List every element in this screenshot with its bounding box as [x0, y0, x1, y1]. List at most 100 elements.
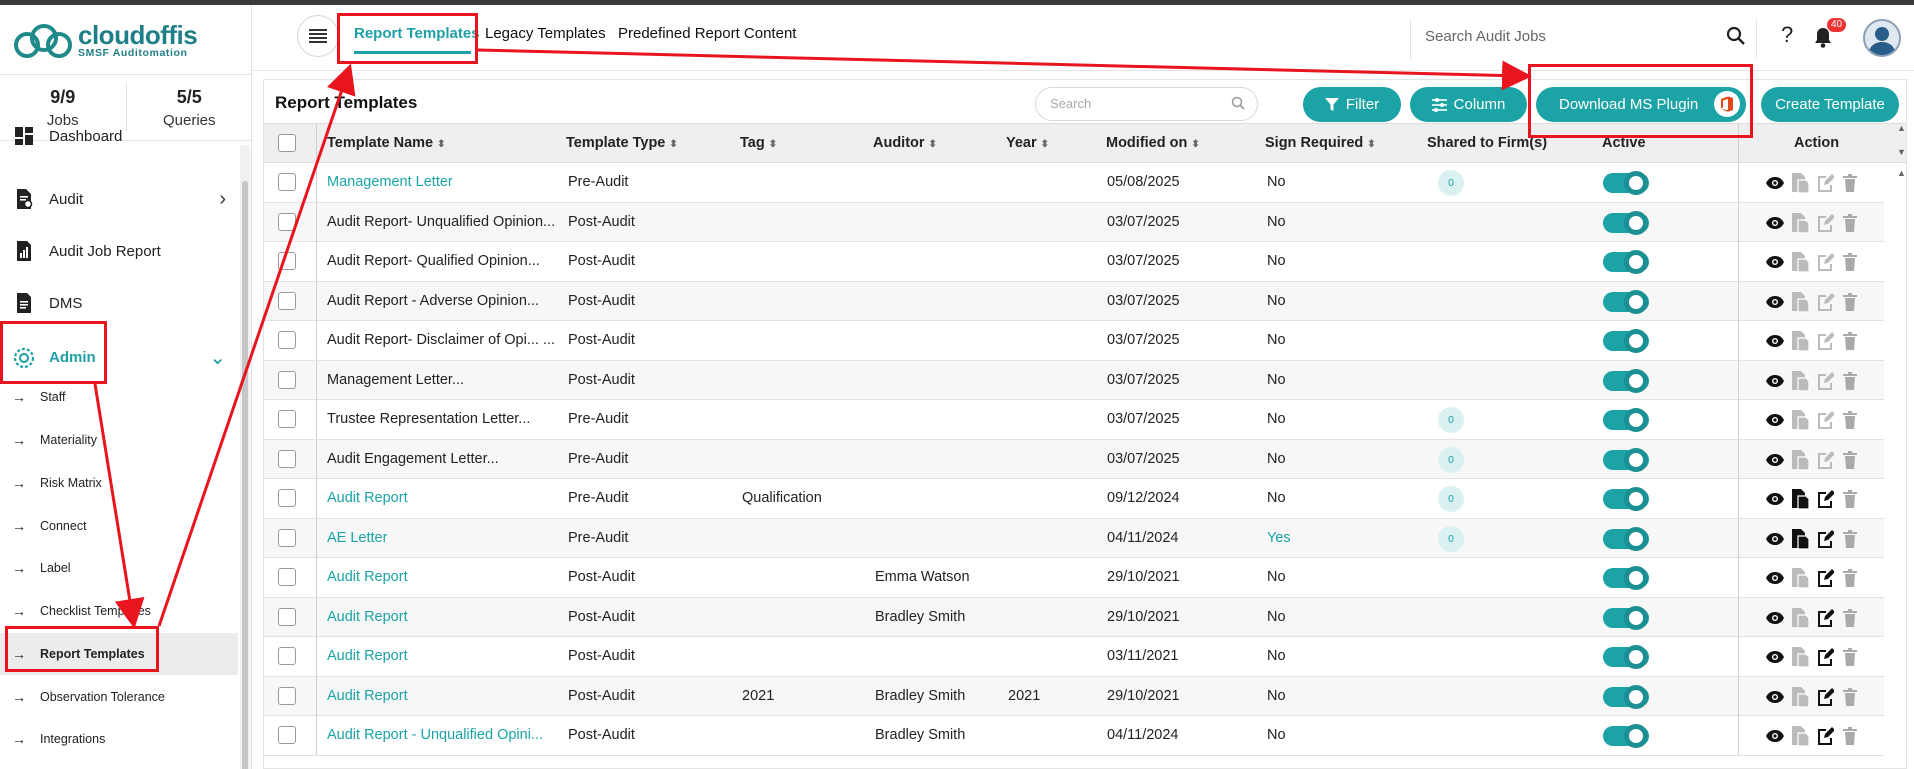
shared-count-badge[interactable]: 0	[1438, 486, 1464, 512]
edit-template-icon[interactable]	[1815, 212, 1835, 234]
template-name-cell[interactable]: Audit Report	[327, 609, 408, 625]
active-toggle[interactable]	[1603, 645, 1649, 669]
sidebar-subitem-connect[interactable]: → Connect	[0, 505, 238, 547]
search-audit-jobs-input[interactable]	[1425, 28, 1655, 45]
view-eye-icon[interactable]	[1765, 725, 1785, 747]
row-checkbox[interactable]	[278, 252, 296, 270]
active-toggle[interactable]	[1603, 210, 1649, 235]
delete-trash-icon[interactable]	[1840, 251, 1860, 273]
row-checkbox[interactable]	[278, 647, 296, 665]
delete-trash-icon[interactable]	[1840, 449, 1860, 471]
row-checkbox[interactable]	[278, 489, 296, 507]
table-row[interactable]: Trustee Representation Letter... Pre-Audi…	[264, 400, 1884, 440]
copy-template-icon[interactable]	[1790, 212, 1810, 234]
table-row[interactable]: Audit Report- Unqualified Opinion... Post…	[264, 202, 1884, 242]
active-toggle[interactable]	[1603, 526, 1649, 551]
copy-template-icon[interactable]	[1790, 449, 1810, 471]
template-name-cell[interactable]: Audit Report	[327, 569, 408, 585]
copy-template-icon[interactable]	[1790, 291, 1810, 313]
view-eye-icon[interactable]	[1765, 251, 1785, 273]
delete-trash-icon[interactable]	[1840, 330, 1860, 352]
table-row[interactable]: Audit Report Post-Audit 2021 Bradley Smith 2…	[264, 676, 1884, 716]
view-eye-icon[interactable]	[1765, 528, 1785, 550]
edit-template-icon[interactable]	[1815, 251, 1835, 273]
edit-template-icon[interactable]	[1815, 646, 1835, 668]
select-all-checkbox[interactable]	[278, 134, 296, 152]
table-row[interactable]: Management Letter Pre-Audit 05/08/2025 No 0	[264, 163, 1884, 203]
table-row[interactable]: Audit Engagement Letter... Pre-Audit 03/07…	[264, 439, 1884, 479]
row-checkbox[interactable]	[278, 607, 296, 626]
table-row[interactable]: Management Letter... Post-Audit 03/07/2025…	[264, 360, 1884, 400]
template-name-cell[interactable]: Audit Report	[327, 648, 408, 664]
row-checkbox[interactable]	[278, 370, 296, 389]
table-row[interactable]: Audit Report - Unqualified Opini... Post-…	[264, 716, 1884, 756]
row-checkbox[interactable]	[278, 568, 296, 586]
active-toggle[interactable]	[1603, 605, 1649, 630]
table-row[interactable]: Audit Report Post-Audit 03/11/2021 No	[264, 637, 1884, 677]
copy-template-icon[interactable]	[1790, 686, 1810, 708]
row-checkbox[interactable]	[278, 686, 296, 705]
delete-trash-icon[interactable]	[1840, 528, 1860, 550]
hamburger-menu-button[interactable]	[297, 15, 339, 57]
view-eye-icon[interactable]	[1765, 567, 1785, 589]
sidebar-subitem-observation-tolerance[interactable]: → Observation Tolerance	[0, 676, 238, 718]
copy-template-icon[interactable]	[1790, 528, 1810, 550]
view-eye-icon[interactable]	[1765, 370, 1785, 392]
col-header-sign-required[interactable]: Sign Required ⬍	[1265, 135, 1376, 151]
delete-trash-icon[interactable]	[1840, 488, 1860, 510]
view-eye-icon[interactable]	[1765, 686, 1785, 708]
table-row[interactable]: Audit Report Post-Audit Emma Watson 29/10/2…	[264, 558, 1884, 598]
delete-trash-icon[interactable]	[1840, 686, 1860, 708]
sidebar-item-dashboard[interactable]: Dashboard	[0, 111, 238, 161]
panel-search-box[interactable]	[1035, 87, 1258, 121]
copy-template-icon[interactable]	[1790, 607, 1810, 629]
edit-template-icon[interactable]	[1815, 409, 1835, 431]
shared-count-badge[interactable]: 0	[1438, 407, 1464, 433]
copy-template-icon[interactable]	[1790, 330, 1810, 352]
panel-search-input[interactable]	[1050, 96, 1220, 111]
col-header-template-type[interactable]: Template Type ⬍	[566, 135, 678, 151]
table-row[interactable]: Audit Report- Disclaimer of Opi... ... Po…	[264, 321, 1884, 361]
shared-count-badge[interactable]: 0	[1438, 446, 1464, 473]
col-header-auditor[interactable]: Auditor ⬍	[873, 135, 937, 151]
active-toggle[interactable]	[1603, 724, 1649, 748]
copy-template-icon[interactable]	[1790, 725, 1810, 747]
table-row[interactable]: AE Letter Pre-Audit 04/11/2024 Yes 0	[264, 518, 1884, 558]
template-name-cell[interactable]: Audit Report	[327, 490, 408, 506]
edit-template-icon[interactable]	[1815, 488, 1835, 510]
row-checkbox[interactable]	[278, 410, 296, 428]
table-row[interactable]: Audit Report- Qualified Opinion... Post-A…	[264, 242, 1884, 282]
template-name-cell[interactable]: Audit Report	[327, 688, 408, 704]
copy-template-icon[interactable]	[1790, 488, 1810, 510]
delete-trash-icon[interactable]	[1840, 607, 1860, 629]
delete-trash-icon[interactable]	[1840, 725, 1860, 747]
sidebar-subitem-materiality[interactable]: → Materiality	[0, 419, 238, 461]
edit-template-icon[interactable]	[1815, 172, 1835, 194]
active-toggle[interactable]	[1603, 408, 1649, 432]
row-checkbox[interactable]	[278, 291, 296, 310]
scroll-down-icon[interactable]: ▼	[1896, 147, 1907, 157]
delete-trash-icon[interactable]	[1840, 370, 1860, 392]
edit-template-icon[interactable]	[1815, 449, 1835, 471]
copy-template-icon[interactable]	[1790, 646, 1810, 668]
row-checkbox[interactable]	[278, 331, 296, 349]
tab-legacy-templates[interactable]: Legacy Templates	[485, 25, 606, 42]
sidebar-scrollbar-thumb[interactable]	[242, 181, 248, 769]
template-name-cell[interactable]: Audit Report - Unqualified Opini...	[327, 727, 543, 743]
col-header-template-name[interactable]: Template Name ⬍	[327, 135, 446, 151]
logo[interactable]: cloudoffis SMSF Auditomation	[14, 19, 198, 63]
edit-template-icon[interactable]	[1815, 528, 1835, 550]
edit-template-icon[interactable]	[1815, 291, 1835, 313]
row-checkbox[interactable]	[278, 212, 296, 231]
view-eye-icon[interactable]	[1765, 212, 1785, 234]
active-toggle[interactable]	[1603, 447, 1649, 472]
delete-trash-icon[interactable]	[1840, 172, 1860, 194]
edit-template-icon[interactable]	[1815, 607, 1835, 629]
template-name-cell[interactable]: AE Letter	[327, 530, 387, 546]
view-eye-icon[interactable]	[1765, 646, 1785, 668]
edit-template-icon[interactable]	[1815, 370, 1835, 392]
edit-template-icon[interactable]	[1815, 330, 1835, 352]
col-header-year[interactable]: Year ⬍	[1006, 135, 1049, 151]
column-button[interactable]: Column	[1410, 87, 1527, 122]
view-eye-icon[interactable]	[1765, 330, 1785, 352]
